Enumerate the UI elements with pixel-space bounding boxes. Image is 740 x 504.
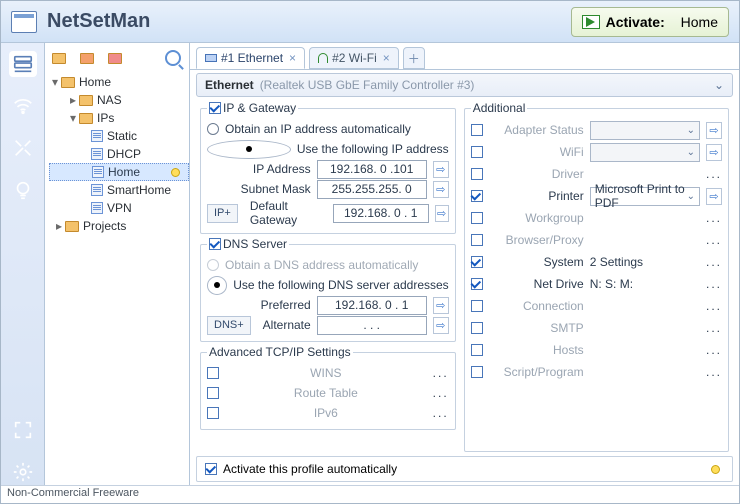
hosts-settings-button[interactable]: ...	[706, 343, 722, 357]
script-settings-button[interactable]: ...	[706, 365, 722, 379]
dns-alternate-input[interactable]: . . .	[317, 316, 427, 335]
connection-checkbox[interactable]	[471, 300, 483, 312]
netdrive-checkbox[interactable]	[471, 278, 483, 290]
wifi-icon	[318, 53, 328, 63]
tab-ethernet[interactable]: #1 Ethernet×	[196, 47, 305, 69]
tree-node-static[interactable]: Static	[49, 127, 189, 145]
dns-preferred-input[interactable]: 192.168. 0 . 1	[317, 296, 427, 315]
route-checkbox[interactable]	[207, 387, 219, 399]
tree-node-projects[interactable]: ▸Projects	[49, 217, 189, 235]
workgroup-settings-button[interactable]: ...	[706, 211, 722, 225]
wifi-checkbox[interactable]	[471, 146, 483, 158]
system-settings-button[interactable]: ...	[706, 255, 722, 269]
ethernet-icon	[205, 54, 217, 62]
netdrive-settings-button[interactable]: ...	[706, 277, 722, 291]
dns-enable-checkbox[interactable]	[209, 238, 221, 250]
link-icon[interactable]: ⇨	[706, 122, 722, 139]
tree-node-nas[interactable]: ▸NAS	[49, 91, 189, 109]
link-icon[interactable]: ⇨	[706, 188, 722, 205]
adapter-selector[interactable]: Ethernet(Realtek USB GbE Family Controll…	[196, 73, 733, 97]
proxy-settings-button[interactable]: ...	[706, 233, 722, 247]
workgroup-checkbox[interactable]	[471, 212, 483, 224]
adapter-status-checkbox[interactable]	[471, 124, 483, 136]
chevron-down-icon: ⌄	[714, 78, 724, 92]
hosts-checkbox[interactable]	[471, 344, 483, 356]
link-icon[interactable]: ⇨	[435, 205, 449, 222]
ip-static-radio[interactable]	[207, 140, 291, 159]
tree-node-dhcp[interactable]: DHCP	[49, 145, 189, 163]
subnet-mask-input[interactable]: 255.255.255. 0	[317, 180, 427, 199]
iconbar	[1, 43, 45, 485]
ipv6-checkbox[interactable]	[207, 407, 219, 419]
gateway-input[interactable]: 192.168. 0 . 1	[333, 204, 429, 223]
close-icon[interactable]: ×	[383, 51, 390, 65]
proxy-checkbox[interactable]	[471, 234, 483, 246]
tree-delete-icon[interactable]	[107, 49, 127, 67]
ipv6-settings-button[interactable]: ...	[433, 406, 449, 420]
active-profile-lamp-icon	[171, 168, 180, 177]
iconbar-fullscreen-icon[interactable]	[9, 417, 37, 443]
smtp-settings-button[interactable]: ...	[706, 321, 722, 335]
wins-checkbox[interactable]	[207, 367, 219, 379]
driver-checkbox[interactable]	[471, 168, 483, 180]
profile-tree: ▾Home ▸NAS ▾IPs Static DHCP Home SmartHo…	[45, 43, 190, 485]
group-additional: Additional Adapter Status⌄⇨ WiFi⌄⇨ Drive…	[464, 101, 729, 452]
tree-node-ips[interactable]: ▾IPs	[49, 109, 189, 127]
app-title: NetSetMan	[47, 10, 150, 33]
system-checkbox[interactable]	[471, 256, 483, 268]
route-settings-button[interactable]: ...	[433, 386, 449, 400]
tree-node-home[interactable]: Home	[49, 163, 189, 181]
tree-node-home-root[interactable]: ▾Home	[49, 73, 189, 91]
activate-button[interactable]: Activate: Home	[571, 7, 729, 37]
status-bar: Non-Commercial Freeware	[1, 485, 739, 503]
printer-select[interactable]: Microsoft Print to PDF⌄	[590, 187, 700, 206]
iconbar-bulb-icon[interactable]	[9, 177, 37, 203]
ip-enable-checkbox[interactable]	[209, 102, 221, 114]
tab-add[interactable]: ＋	[403, 47, 425, 69]
play-icon	[582, 15, 600, 29]
dns-auto-radio	[207, 259, 219, 271]
connection-settings-button[interactable]: ...	[706, 299, 722, 313]
tree-new-icon[interactable]	[51, 49, 71, 67]
script-checkbox[interactable]	[471, 366, 483, 378]
app-icon	[11, 11, 37, 33]
tree-node-smarthome[interactable]: SmartHome	[49, 181, 189, 199]
tree-search-icon[interactable]	[163, 49, 183, 67]
adapter-status-select[interactable]: ⌄	[590, 121, 700, 140]
link-icon[interactable]: ⇨	[433, 317, 449, 334]
auto-activate-row: Activate this profile automatically	[196, 456, 733, 482]
auto-activate-checkbox[interactable]	[205, 463, 217, 475]
dns-static-radio[interactable]	[207, 276, 227, 295]
iconbar-tools-icon[interactable]	[9, 135, 37, 161]
iconbar-profiles-icon[interactable]	[9, 51, 37, 77]
titlebar: NetSetMan Activate: Home	[1, 1, 739, 43]
tree-newfolder-icon[interactable]	[79, 49, 99, 67]
group-advanced: Advanced TCP/IP Settings WINS... Route T…	[200, 345, 456, 430]
link-icon[interactable]: ⇨	[433, 297, 449, 314]
ip-plus-button[interactable]: IP+	[207, 204, 238, 223]
ip-address-input[interactable]: 192.168. 0 .101	[317, 160, 427, 179]
group-ip-gateway: IP & Gateway Obtain an IP address automa…	[200, 101, 456, 234]
link-icon[interactable]: ⇨	[433, 181, 449, 198]
close-icon[interactable]: ×	[289, 51, 296, 65]
driver-settings-button[interactable]: ...	[706, 167, 722, 181]
wifi-select[interactable]: ⌄	[590, 143, 700, 162]
ip-auto-radio[interactable]	[207, 123, 219, 135]
link-icon[interactable]: ⇨	[433, 161, 449, 178]
link-icon[interactable]: ⇨	[706, 144, 722, 161]
printer-checkbox[interactable]	[471, 190, 483, 202]
adapter-tabs: #1 Ethernet× #2 Wi-Fi× ＋	[190, 43, 739, 69]
iconbar-wifi-icon[interactable]	[9, 93, 37, 119]
smtp-checkbox[interactable]	[471, 322, 483, 334]
bulb-icon[interactable]	[711, 465, 720, 474]
tab-wifi[interactable]: #2 Wi-Fi×	[309, 47, 399, 69]
dns-plus-button[interactable]: DNS+	[207, 316, 251, 335]
tree-node-vpn[interactable]: VPN	[49, 199, 189, 217]
wins-settings-button[interactable]: ...	[433, 366, 449, 380]
iconbar-settings-icon[interactable]	[9, 459, 37, 485]
group-dns: DNS Server Obtain a DNS address automati…	[200, 237, 456, 342]
